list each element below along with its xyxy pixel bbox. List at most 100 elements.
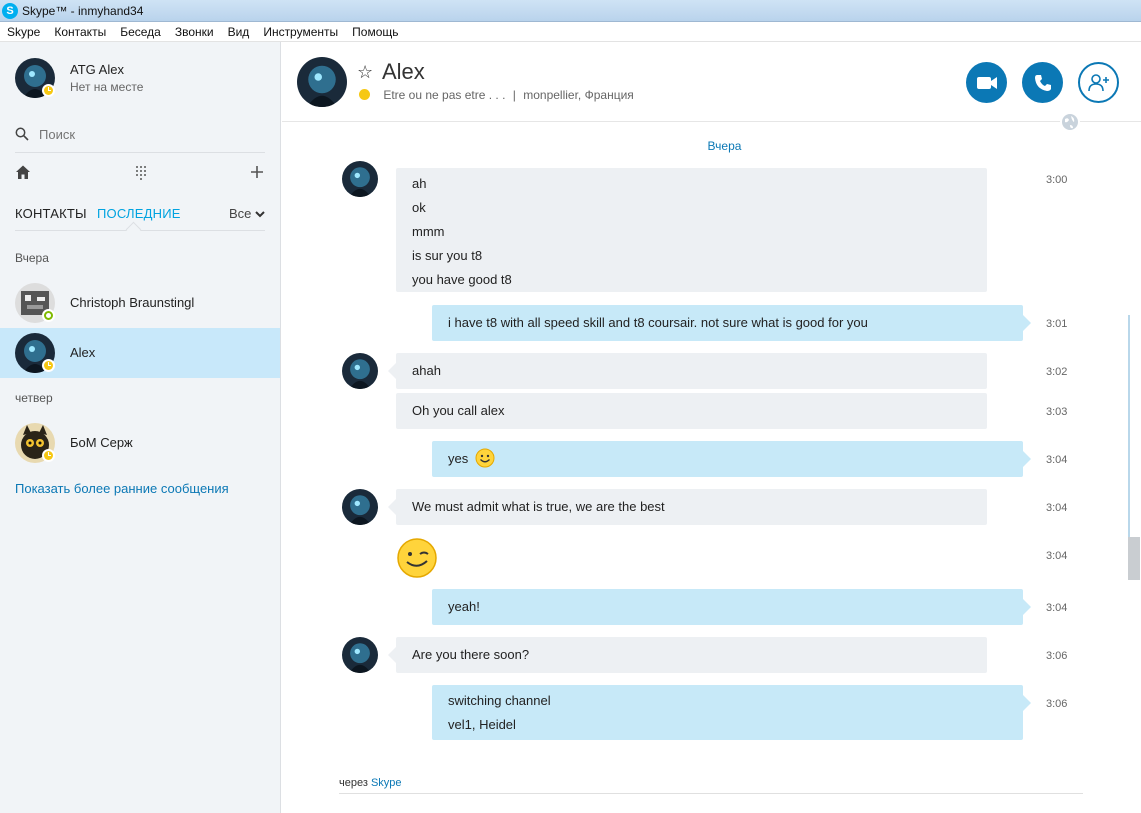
add-contact-button[interactable] [1078, 62, 1119, 103]
menu-skype[interactable]: Skype [0, 22, 47, 41]
scrollbar-thumb[interactable] [1128, 537, 1140, 580]
tab-recent[interactable]: ПОСЛЕДНИЕ [97, 206, 181, 221]
message-line: ahah [412, 363, 441, 378]
message-line: ok [412, 200, 426, 215]
message-time: 3:06 [1046, 650, 1068, 662]
conversation-header: ☆ Alex Etre ou ne pas etre . . . | monpe… [282, 42, 1141, 122]
globe-icon[interactable] [1060, 112, 1080, 132]
incoming-message[interactable]: Are you there soon? [388, 637, 987, 673]
my-name[interactable]: ATG Alex [70, 62, 124, 77]
message-time: 3:04 [1046, 602, 1068, 614]
message-time: 3:01 [1046, 318, 1068, 330]
menu-tools[interactable]: Инструменты [256, 22, 345, 41]
contact-item-selected[interactable]: Alex [0, 328, 280, 378]
contact-item[interactable]: БоМ Серж [0, 418, 280, 468]
online-status-icon [42, 309, 55, 322]
contact-name: Alex [70, 345, 96, 360]
outgoing-message[interactable]: yes [432, 441, 1031, 477]
show-earlier-messages-link[interactable]: Показать более ранние сообщения [15, 481, 229, 496]
tab-underline [15, 230, 265, 231]
message-time: 3:04 [1046, 502, 1068, 514]
group-header-yesterday: Вчера [15, 251, 49, 265]
search-box[interactable] [15, 124, 265, 144]
message-line: is sur you t8 [412, 248, 483, 263]
filter-label: Все [228, 206, 252, 221]
sender-avatar[interactable] [342, 353, 378, 389]
outgoing-message[interactable]: yeah! [432, 589, 1031, 625]
group-header-thursday: четвер [15, 391, 53, 405]
message-line: vel1, Heidel [448, 717, 516, 732]
incoming-message[interactable]: Oh you call alex [396, 393, 987, 429]
home-icon[interactable] [15, 164, 31, 185]
conversation-pane: ☆ Alex Etre ou ne pas etre . . . | monpe… [282, 42, 1141, 813]
add-contact-icon [1087, 73, 1109, 91]
message-line: i have t8 with all speed skill and t8 co… [448, 315, 868, 330]
away-status-icon [359, 89, 370, 100]
menu-contacts[interactable]: Контакты [47, 22, 113, 41]
message-line: yes [448, 451, 469, 466]
message-time: 3:03 [1046, 406, 1068, 418]
search-divider [15, 152, 265, 153]
message-time: 3:04 [1046, 550, 1068, 562]
message-time: 3:04 [1046, 454, 1068, 466]
chevron-down-icon [255, 211, 265, 218]
incoming-message[interactable]: ah ok mmm is sur you t8 you have good t8 [396, 168, 987, 292]
window-titlebar: S Skype™ - inmyhand34 [0, 0, 1141, 22]
menu-conversation[interactable]: Беседа [113, 22, 168, 41]
star-icon[interactable]: ☆ [357, 62, 373, 83]
day-separator: Вчера [432, 139, 1017, 153]
message-time: 3:00 [1046, 174, 1068, 186]
outgoing-message[interactable]: switching channel vel1, Heidel [432, 685, 1031, 740]
message-time: 3:02 [1046, 366, 1068, 378]
audio-call-icon [1034, 74, 1051, 91]
menu-calls[interactable]: Звонки [168, 22, 221, 41]
outgoing-message[interactable]: i have t8 with all speed skill and t8 co… [432, 305, 1031, 341]
message-line: We must admit what is true, we are the b… [412, 499, 665, 514]
message-time: 3:06 [1046, 698, 1068, 710]
compose-divider [339, 793, 1083, 794]
location: monpellier, Франция [523, 88, 634, 102]
message-line: mmm [412, 224, 445, 239]
window-title: Skype™ - inmyhand34 [22, 4, 144, 18]
sender-avatar[interactable] [342, 161, 378, 197]
subtitle-separator: | [512, 88, 516, 102]
incoming-message[interactable]: ahah [388, 353, 987, 389]
search-input[interactable] [39, 126, 239, 142]
video-call-button[interactable] [966, 62, 1007, 103]
contact-name: БоМ Серж [70, 435, 133, 450]
menu-bar: Skype Контакты Беседа Звонки Вид Инструм… [0, 22, 1141, 42]
sidebar: ATG Alex Нет на месте КОНТАКТЫ ПОСЛЕДНИЕ… [0, 42, 281, 813]
skype-logo-icon: S [2, 3, 18, 19]
filter-dropdown[interactable]: Все [229, 206, 265, 221]
dialpad-icon[interactable] [135, 164, 147, 185]
tab-contacts[interactable]: КОНТАКТЫ [15, 206, 87, 221]
contact-name: Christoph Braunstingl [70, 295, 195, 310]
menu-help[interactable]: Помощь [345, 22, 405, 41]
menu-view[interactable]: Вид [221, 22, 257, 41]
message-line: ah [412, 176, 427, 191]
contact-tabs: КОНТАКТЫ ПОСЛЕДНИЕ Все [15, 206, 265, 226]
away-status-icon [42, 84, 55, 97]
contact-item[interactable]: Christoph Braunstingl [0, 278, 280, 328]
sender-avatar[interactable] [342, 637, 378, 673]
incoming-message[interactable]: We must admit what is true, we are the b… [388, 489, 987, 525]
sender-avatar[interactable] [342, 489, 378, 525]
message-line: Oh you call alex [412, 403, 505, 418]
audio-call-button[interactable] [1022, 62, 1063, 103]
message-line: Are you there soon? [412, 647, 530, 662]
via-skype-link[interactable]: Skype [371, 777, 402, 789]
wink-emoji-icon[interactable] [396, 537, 438, 579]
via-skype-indicator: через Skype [339, 777, 402, 789]
conversation-avatar[interactable] [297, 57, 347, 107]
video-call-icon [976, 76, 997, 89]
away-status-icon [42, 359, 55, 372]
mood-message: Etre ou ne pas etre . . . [383, 88, 506, 102]
message-line: you have good t8 [412, 272, 512, 287]
via-label: через [339, 777, 368, 789]
search-icon [15, 127, 29, 141]
message-line: yeah! [448, 599, 480, 614]
my-status[interactable]: Нет на месте [70, 80, 143, 94]
conversation-subtitle: Etre ou ne pas etre . . . | monpellier, … [359, 88, 634, 102]
plus-icon[interactable] [250, 164, 264, 185]
conversation-name: Alex [382, 59, 425, 84]
